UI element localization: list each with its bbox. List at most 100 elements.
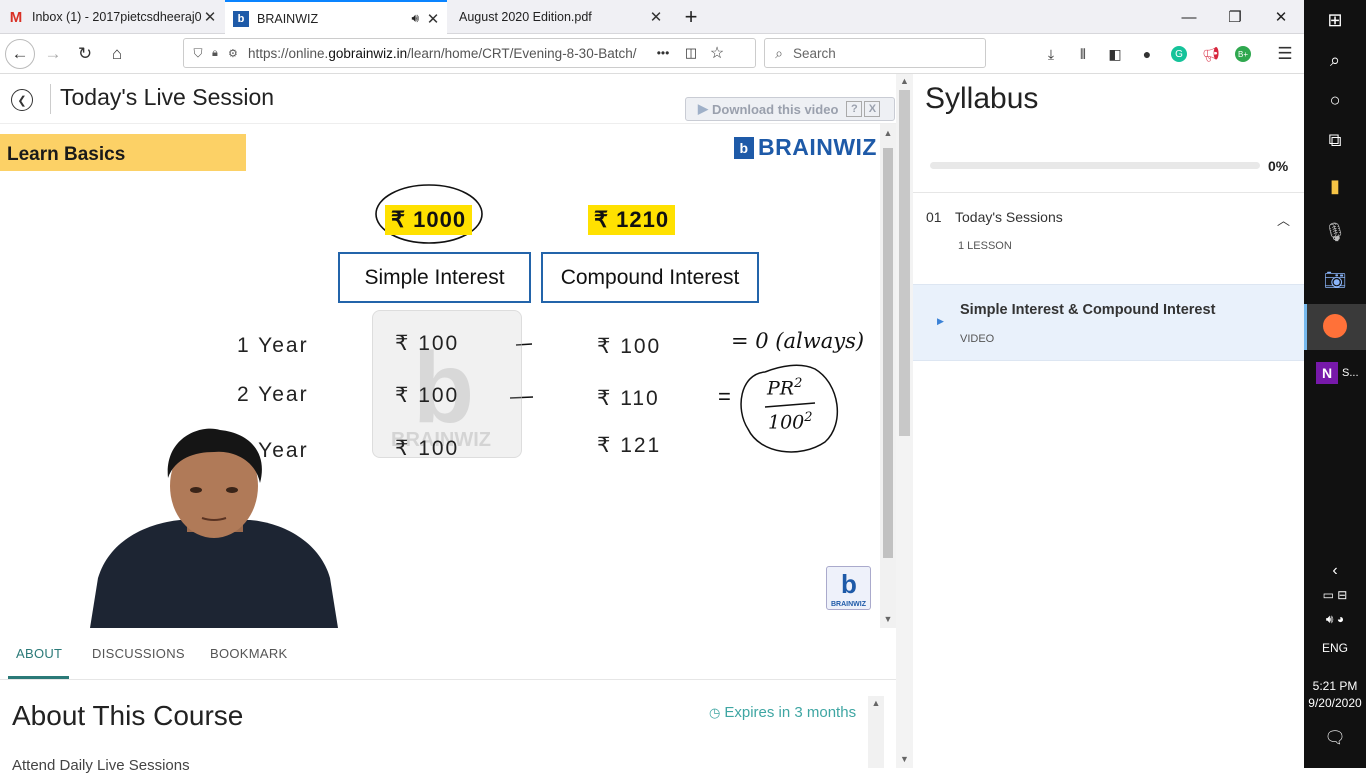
- extension-icon[interactable]: B+: [1233, 44, 1253, 64]
- formula-exp: 2: [794, 376, 803, 391]
- scroll-down-icon[interactable]: ▼: [880, 614, 896, 624]
- new-tab-button[interactable]: +: [676, 0, 706, 34]
- scroll-up-icon[interactable]: ▲: [868, 698, 884, 708]
- file-explorer-icon[interactable]: ▮: [1319, 170, 1351, 202]
- formula-denominator: 1002: [768, 410, 813, 433]
- tab-bookmark[interactable]: BOOKMARK: [210, 646, 288, 661]
- onenote-label: S...: [1342, 367, 1359, 379]
- bookmark-star-icon[interactable]: ☆: [704, 43, 730, 63]
- chevron-up-icon[interactable]: ︿: [1277, 210, 1290, 229]
- reload-icon[interactable]: ↻: [70, 39, 100, 69]
- forward-icon[interactable]: →: [38, 39, 68, 69]
- formula-exp: 2: [804, 410, 813, 425]
- formula-100: 100: [768, 411, 805, 434]
- taskbar-active-app[interactable]: [1304, 304, 1366, 350]
- volume-icon[interactable]: 🔊︎ ◕: [1304, 612, 1366, 627]
- back-circle-icon[interactable]: ❮: [11, 89, 33, 111]
- expiry-text: Expires in 3 months: [724, 704, 857, 721]
- close-tab-icon[interactable]: ✕: [648, 8, 664, 26]
- account-icon[interactable]: ●: [1137, 44, 1157, 64]
- simple-interest-header: Simple Interest: [338, 252, 531, 303]
- firefox-icon[interactable]: [1323, 314, 1347, 338]
- video-player[interactable]: Learn Basics b BRAINWIZ ₹ 1000 ₹ 1210 Si…: [0, 124, 880, 628]
- lesson-pane: ❮ Today's Live Session ▶ Download this v…: [0, 74, 913, 774]
- menu-icon[interactable]: ☰: [1275, 44, 1295, 64]
- header-divider: [50, 84, 51, 114]
- network-icon[interactable]: ▭ ⊟: [1304, 588, 1366, 602]
- tab-gmail[interactable]: M Inbox (1) - 2017pietcsdheeraj03 ✕: [0, 0, 224, 34]
- onenote-icon: N: [1316, 362, 1338, 384]
- speaker-icon[interactable]: 🔊︎: [411, 11, 419, 26]
- tab-title: August 2020 Edition.pdf: [459, 10, 592, 24]
- tab-title: BRAINWIZ: [257, 11, 319, 26]
- scroll-thumb[interactable]: [883, 148, 893, 558]
- task-view-icon[interactable]: ⧉: [1319, 124, 1351, 156]
- scroll-thumb[interactable]: [899, 90, 910, 436]
- clock-date[interactable]: 9/20/2020: [1304, 696, 1366, 710]
- windows-start-icon[interactable]: ⊞: [1319, 4, 1351, 36]
- principal-si: ₹ 1000: [385, 205, 473, 235]
- url-path: /learn/home/CRT/Evening-8-30-Batch/: [407, 45, 637, 61]
- gmail-icon: M: [9, 8, 23, 26]
- url-domain: gobrainwiz.in: [328, 45, 408, 61]
- clock-icon: ◷: [709, 705, 721, 720]
- tab-brainwiz[interactable]: b BRAINWIZ 🔊︎ ✕: [225, 0, 447, 35]
- download-video-bar[interactable]: ▶ Download this video ? X: [685, 97, 895, 121]
- camera-app-icon[interactable]: 📷︎: [1319, 264, 1351, 296]
- clock-time[interactable]: 5:21 PM: [1304, 679, 1366, 693]
- close-tab-icon[interactable]: ✕: [202, 8, 218, 26]
- downloads-icon[interactable]: ⤓: [1041, 44, 1061, 64]
- restore-icon[interactable]: ❐: [1212, 0, 1258, 34]
- cortana-icon[interactable]: ○: [1319, 84, 1351, 116]
- section-name[interactable]: Today's Sessions: [955, 209, 1063, 225]
- active-indicator: [1304, 304, 1307, 350]
- scroll-down-icon[interactable]: ▼: [896, 754, 913, 764]
- onenote-taskbar-item[interactable]: N S...: [1316, 362, 1359, 384]
- help-icon[interactable]: ?: [846, 101, 863, 117]
- home-icon[interactable]: ⌂: [102, 39, 132, 69]
- megaphone-icon[interactable]: 📢︎: [1201, 44, 1221, 64]
- page-scrollbar[interactable]: ▲ ▼: [896, 74, 913, 768]
- tab-pdf[interactable]: August 2020 Edition.pdf ✕: [448, 0, 670, 34]
- language-indicator[interactable]: ENG: [1304, 641, 1366, 655]
- download-video-button[interactable]: Download this video: [712, 102, 838, 117]
- si-value: ₹ 100: [395, 384, 460, 407]
- scroll-up-icon[interactable]: ▲: [896, 76, 913, 86]
- close-tab-icon[interactable]: ✕: [425, 10, 441, 28]
- close-window-icon[interactable]: ✕: [1258, 0, 1304, 34]
- lock-icon[interactable]: 🔒︎: [212, 47, 228, 60]
- corner-b-icon: b: [841, 569, 857, 599]
- si-value: ₹ 100: [395, 437, 460, 460]
- video-scrollbar[interactable]: ▲ ▼: [880, 124, 896, 628]
- pocket-icon[interactable]: ◫: [678, 45, 704, 61]
- tab-discussions[interactable]: DISCUSSIONS: [92, 646, 185, 661]
- chevron-left-icon[interactable]: ‹: [1304, 562, 1366, 580]
- sidebar-icon[interactable]: ◧: [1105, 44, 1125, 64]
- si-value: ₹ 100: [395, 332, 460, 355]
- shield-icon[interactable]: ⛉: [184, 46, 212, 61]
- lesson-item[interactable]: ▶ Simple Interest & Compound Interest VI…: [913, 284, 1304, 361]
- play-icon: ▶: [937, 316, 944, 326]
- section-lesson-count: 1 LESSON: [958, 240, 1012, 252]
- minimize-icon[interactable]: —: [1166, 0, 1212, 34]
- tab-about[interactable]: ABOUT: [16, 646, 62, 661]
- page-title: Today's Live Session: [60, 84, 275, 110]
- url-bar[interactable]: ⛉ 🔒︎ ⚙ https://online.gobrainwiz.in/lear…: [183, 38, 756, 68]
- search-input[interactable]: ⌕ Search: [764, 38, 986, 68]
- url-text[interactable]: https://online.gobrainwiz.in/learn/home/…: [248, 46, 648, 61]
- back-icon[interactable]: ←: [5, 39, 35, 69]
- permissions-icon[interactable]: ⚙: [228, 47, 248, 60]
- lesson-title[interactable]: Simple Interest & Compound Interest: [960, 302, 1215, 318]
- grammarly-icon[interactable]: G: [1169, 44, 1189, 64]
- search-icon[interactable]: ⌕: [1319, 44, 1351, 76]
- formula-pr: PR: [767, 377, 795, 400]
- library-icon[interactable]: ⫴: [1073, 44, 1093, 64]
- scroll-up-icon[interactable]: ▲: [880, 128, 896, 138]
- webcam-app-icon[interactable]: 🎙︎: [1319, 216, 1351, 248]
- notifications-icon[interactable]: 🗨︎: [1304, 728, 1366, 748]
- close-download-icon[interactable]: X: [864, 101, 881, 117]
- about-scrollbar[interactable]: ▲: [868, 696, 884, 768]
- page-actions-icon[interactable]: •••: [648, 46, 678, 60]
- search-icon: ⌕: [775, 44, 783, 61]
- note-always: = 0 (always): [731, 329, 865, 353]
